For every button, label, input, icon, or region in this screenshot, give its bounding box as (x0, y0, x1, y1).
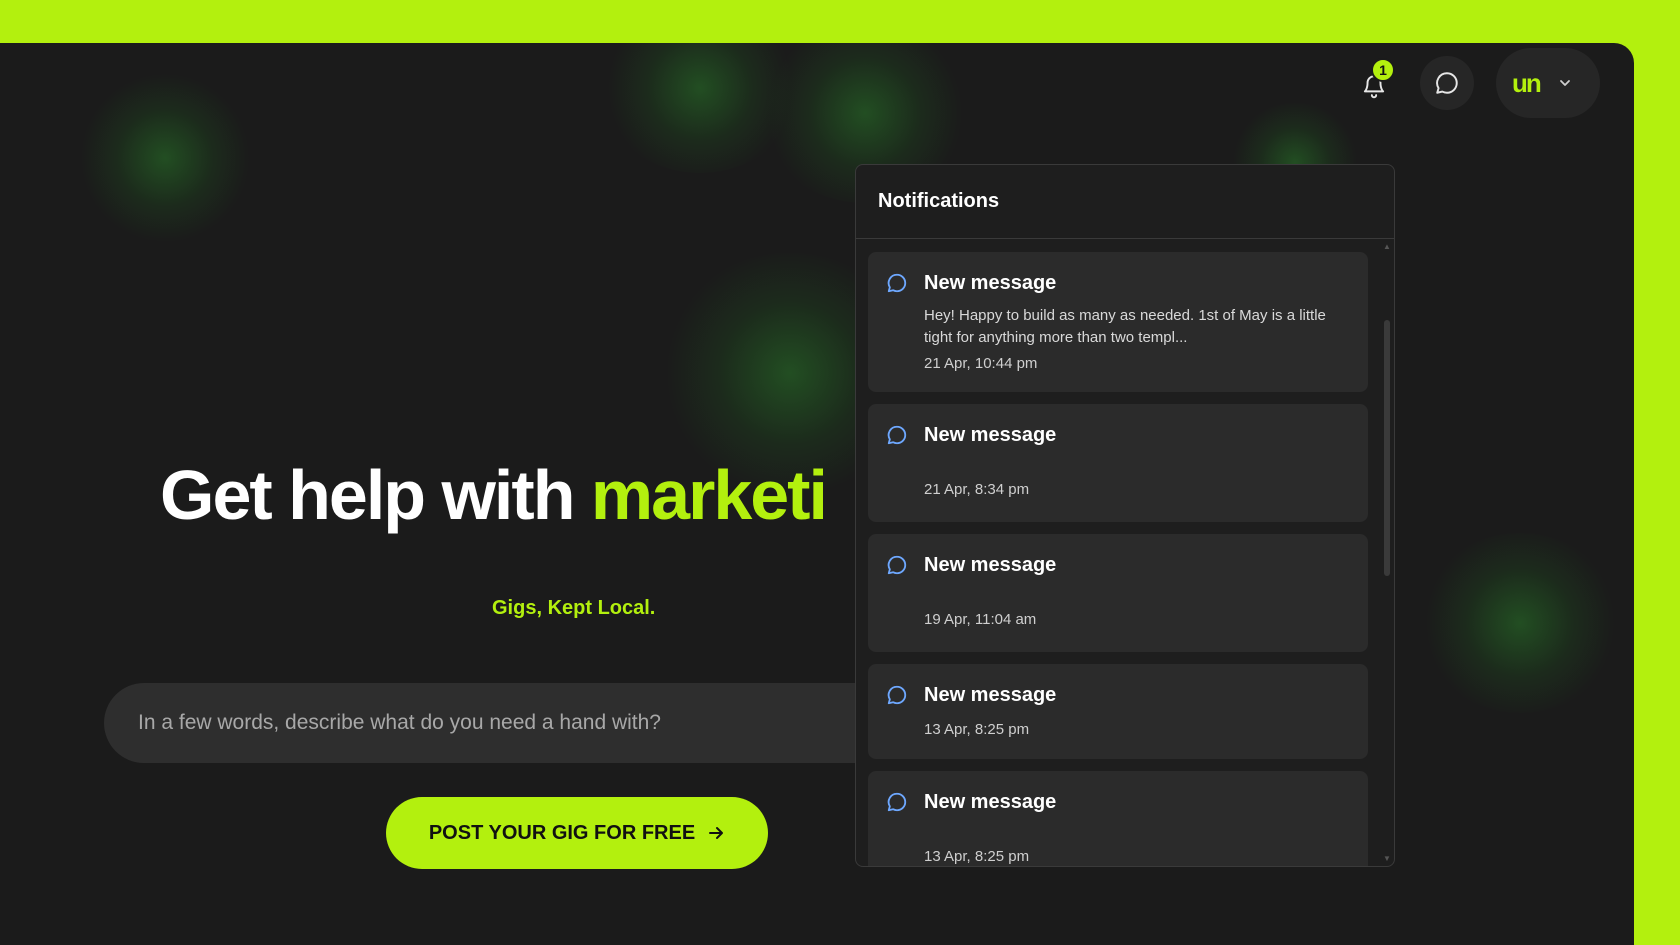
tagline: Gigs, Kept Local. (492, 597, 656, 619)
profile-menu-button[interactable]: un (1496, 48, 1600, 118)
messages-button[interactable] (1420, 56, 1474, 110)
gig-description-input[interactable] (104, 683, 904, 763)
notification-title: New message (924, 424, 1057, 446)
notification-count-badge: 1 (1371, 58, 1395, 82)
notification-title: New message (924, 554, 1057, 576)
notification-time: 21 Apr, 8:34 pm (924, 481, 1030, 498)
notification-item[interactable]: New message 13 Apr, 8:25 pm (868, 664, 1368, 759)
background-glow (80, 73, 250, 243)
notification-item[interactable]: New message Hey! Happy to build as many … (868, 252, 1368, 392)
chevron-down-icon (1559, 80, 1570, 86)
message-icon (887, 555, 907, 575)
notification-time: 19 Apr, 11:04 am (924, 611, 1037, 628)
chat-icon (1436, 72, 1458, 94)
post-gig-label: POST YOUR GIG FOR FREE (428, 821, 696, 844)
scroll-up-arrow[interactable]: ▲ (1383, 243, 1391, 251)
message-icon (887, 792, 907, 812)
notification-time: 13 Apr, 8:25 pm (924, 721, 1030, 738)
notification-body: Hey! Happy to build as many as needed. 1… (924, 307, 1326, 346)
scroll-down-arrow[interactable]: ▼ (1383, 855, 1391, 863)
notification-title: New message (924, 791, 1057, 813)
notification-time: 21 Apr, 10:44 pm (924, 355, 1038, 372)
notifications-panel: Notifications New message Hey! Happy to … (855, 164, 1395, 867)
message-icon (887, 685, 907, 705)
message-icon (887, 425, 907, 445)
notification-title: New message (924, 684, 1057, 706)
notifications-title: Notifications (878, 190, 1000, 212)
arrow-right-icon (709, 827, 724, 839)
notification-title: New message (924, 272, 1057, 294)
background-glow (1420, 533, 1620, 713)
notifications-list: New message Hey! Happy to build as many … (868, 252, 1368, 866)
message-icon (887, 273, 907, 293)
hero-title-prefix: Get help with (160, 456, 575, 534)
post-gig-button[interactable]: POST YOUR GIG FOR FREE (386, 797, 768, 869)
notification-item[interactable]: New message 19 Apr, 11:04 am (868, 534, 1368, 652)
hero-title-accent: marketi (590, 456, 828, 534)
user-logo: un (1512, 67, 1542, 98)
background-glow (600, 43, 800, 173)
notifications-header: Notifications (856, 165, 1394, 239)
scrollbar-thumb[interactable] (1384, 320, 1390, 576)
hero-title: Get help with marketi (160, 455, 828, 535)
notification-item[interactable]: New message 21 Apr, 8:34 pm (868, 404, 1368, 522)
notification-time: 13 Apr, 8:25 pm (924, 848, 1030, 865)
notification-item[interactable]: New message 13 Apr, 8:25 pm (868, 771, 1368, 866)
